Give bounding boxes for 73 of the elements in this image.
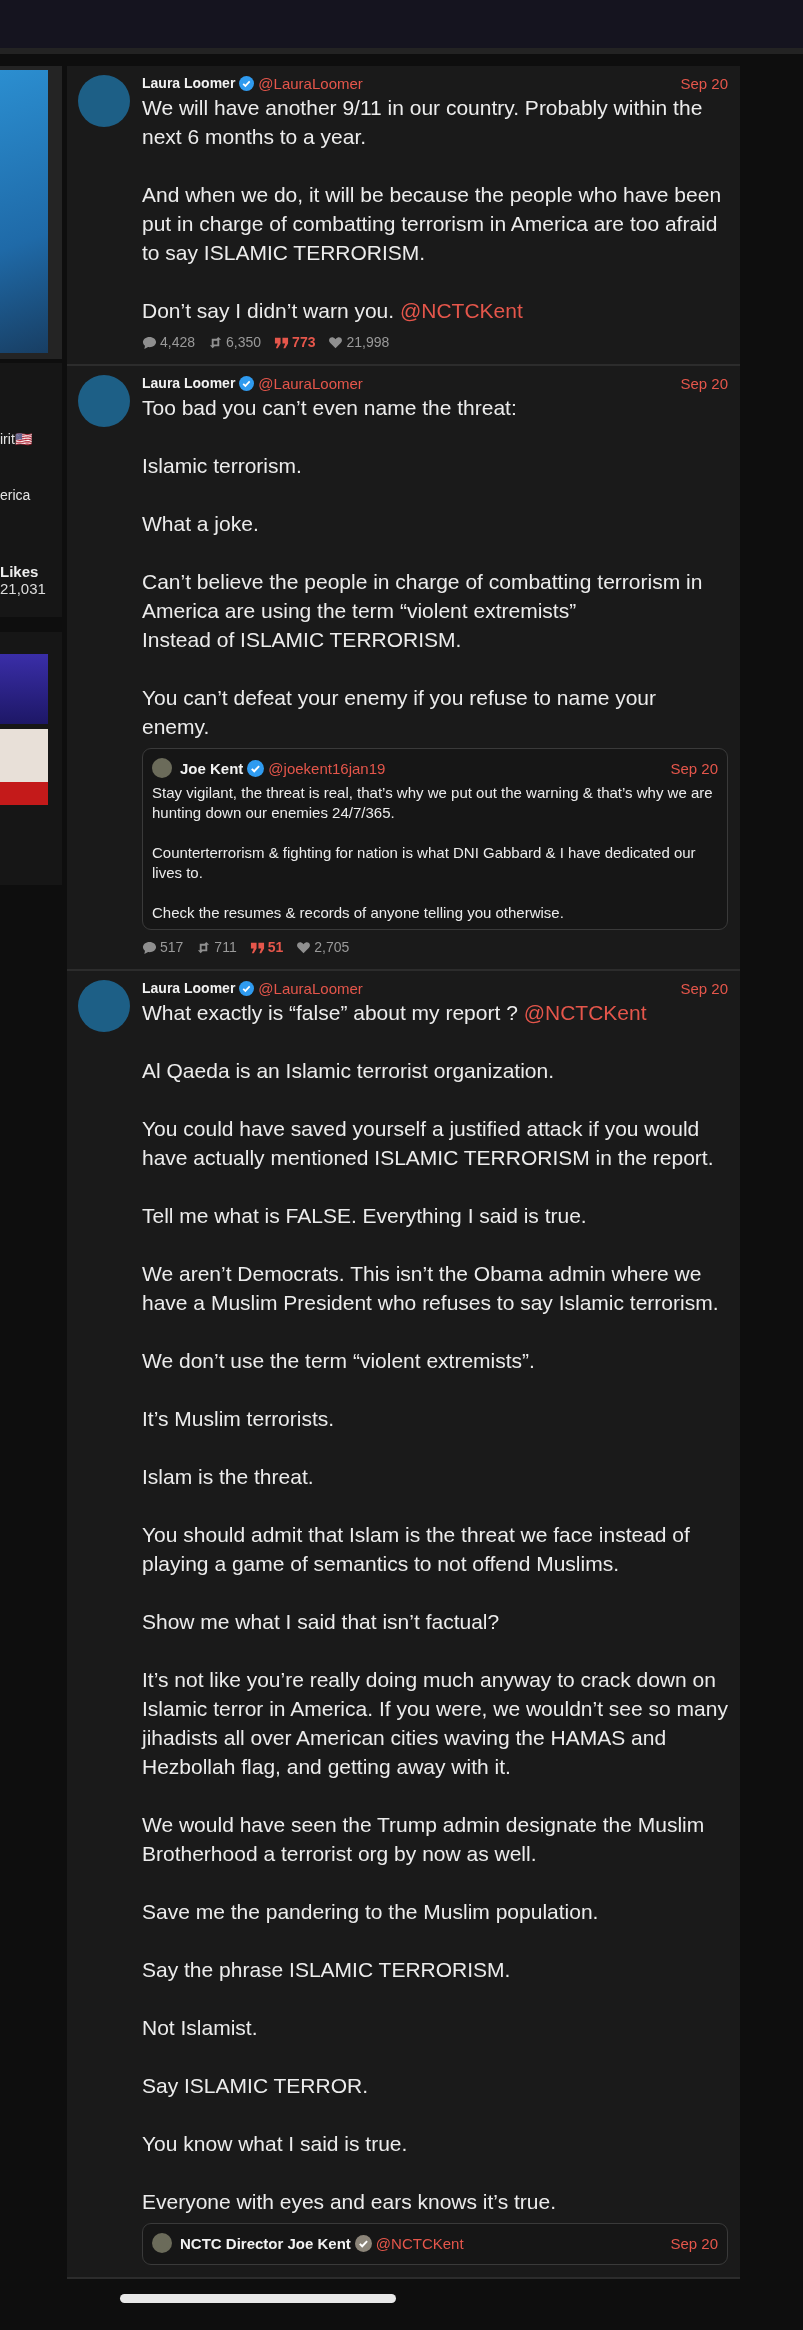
stat-value: 21,031 — [0, 580, 47, 597]
author-name[interactable]: Laura Loomer — [142, 980, 236, 996]
post-date[interactable]: Sep 20 — [670, 759, 718, 777]
post-paragraph: You could have saved yourself a justified attack if you would have actually mentioned ISLAMIC TERRORISM in the report. — [142, 1116, 715, 1171]
quote-count: 773 — [292, 334, 316, 350]
bio-text: irit🇺🇸 — [0, 431, 33, 447]
post-paragraph: We will have another 9/11 in our country. Probably within the next 6 months to a year. — [142, 95, 704, 150]
mention-link[interactable]: @NCTCKent — [523, 1001, 647, 1024]
avatar[interactable] — [78, 75, 130, 127]
post-paragraph: Islam is the threat. — [142, 1464, 315, 1490]
bio-text: erica — [0, 487, 32, 503]
avatar[interactable] — [152, 2233, 172, 2253]
post-paragraph: What exactly is “false” about my report ? @NCTCKent — [142, 1000, 648, 1026]
post-paragraph: Counterterrorism & fighting for nation is what DNI Gabbard & I have dedicated our lives to. — [152, 843, 697, 883]
retweet-icon — [196, 939, 212, 955]
retweet-count: 711 — [214, 939, 237, 955]
post-date[interactable]: Sep 20 — [670, 2234, 718, 2252]
post-paragraph: And when we do, it will be because the people who have been put in charge of combatting terrorism in America are too afraid to say ISLAMIC TERRORISM. — [142, 182, 723, 266]
mention-link[interactable]: @NCTCKent — [399, 299, 523, 322]
author-name[interactable]: Laura Loomer — [142, 75, 236, 91]
post-paragraph: Not Islamist. — [142, 2015, 259, 2041]
post-date[interactable]: Sep 20 — [680, 374, 728, 392]
post-paragraph: Stay vigilant, the threat is real, that’s why we put out the warning & that’s why we are hunting down our enemies 24/7/365. — [152, 783, 714, 823]
quote-count: 51 — [267, 939, 284, 955]
author-handle[interactable]: @LauraLoomer — [258, 979, 363, 997]
post-paragraph: We would have seen the Trump admin designate the Muslim Brotherhood a terrorist org by now as well. — [142, 1812, 706, 1867]
post-paragraph: Don’t say I didn’t warn you. @NCTCKent — [142, 298, 524, 324]
like-count: 21,998 — [346, 334, 390, 350]
quoted-post[interactable] — [142, 748, 728, 930]
author-handle[interactable]: @LauraLoomer — [258, 374, 363, 392]
post-paragraph: What a joke. — [142, 511, 260, 537]
post-paragraph: You can’t defeat your enemy if you refuse to name your enemy. — [142, 685, 658, 740]
retweet-icon — [208, 334, 224, 350]
post-date[interactable]: Sep 20 — [680, 979, 728, 997]
post-paragraph: Say the phrase ISLAMIC TERRORISM. — [142, 1957, 512, 1983]
avatar[interactable] — [78, 375, 130, 427]
post-paragraph: Check the resumes & records of anyone telling you otherwise. — [152, 903, 565, 923]
author-name[interactable]: NCTC Director Joe Kent — [180, 2234, 351, 2252]
post-date[interactable]: Sep 20 — [680, 74, 728, 92]
avatar[interactable] — [152, 758, 172, 778]
like-count: 2,705 — [314, 939, 350, 955]
reply-count: 4,428 — [160, 334, 196, 350]
post-paragraph: Islamic terrorism. — [142, 453, 303, 479]
post-paragraph: Too bad you can’t even name the threat: — [142, 395, 518, 421]
author-name[interactable]: Joe Kent — [180, 759, 244, 777]
post-paragraph: Tell me what is FALSE. Everything I said is true. — [142, 1203, 588, 1229]
stat-label: Likes — [0, 563, 40, 580]
heart-icon — [328, 334, 344, 350]
author-handle[interactable]: @joekent16jan19 — [268, 759, 386, 777]
post-paragraph: Show me what I said that isn’t factual? — [142, 1609, 501, 1635]
heart-icon — [296, 939, 312, 955]
speech-bubble-icon — [142, 939, 157, 955]
author-name[interactable]: Laura Loomer — [142, 375, 236, 391]
post-paragraph: You know what I said is true. — [142, 2131, 409, 2157]
scrollbar-thumb[interactable] — [120, 2294, 396, 2303]
post-paragraph: Say ISLAMIC TERROR. — [142, 2073, 369, 2099]
post-paragraph: We don’t use the term “violent extremists”. — [142, 1348, 536, 1374]
retweet-count: 6,350 — [226, 334, 262, 350]
post-paragraph: Everyone with eyes and ears knows it’s true. — [142, 2189, 557, 2215]
post-paragraph: Al Qaeda is an Islamic terrorist organization. — [142, 1058, 555, 1084]
avatar[interactable] — [78, 980, 130, 1032]
reply-count: 517 — [160, 939, 184, 955]
post-paragraph: It’s not like you’re really doing much anyway to crack down on Islamic terror in America. If you were, we wouldn’t see so many jihadists all over American cities waving the HAMAS and Hezbollah flag, and getting away with it. — [142, 1667, 728, 1780]
post-paragraph: Can’t believe the people in charge of combatting terrorism in America are using the term “violent extremists” Instead of ISLAMIC TERRORISM. — [142, 569, 704, 653]
post-paragraph: We aren’t Democrats. This isn’t the Obama admin where we have a Muslim President who refuses to say Islamic terrorism. — [142, 1261, 720, 1316]
quoted-post[interactable]: NCTC Director Joe Kent @NCTCKent Sep 20 — [142, 2223, 728, 2265]
post-paragraph: Save me the pandering to the Muslim population. — [142, 1899, 600, 1925]
author-handle[interactable]: @LauraLoomer — [258, 74, 363, 92]
post-paragraph: You should admit that Islam is the threat we face instead of playing a game of semantics to not offend Muslims. — [142, 1522, 691, 1577]
speech-bubble-icon — [142, 334, 157, 350]
post-paragraph: It’s Muslim terrorists. — [142, 1406, 336, 1432]
author-handle[interactable]: @NCTCKent — [375, 2234, 464, 2252]
photo-placeholder — [0, 654, 48, 724]
